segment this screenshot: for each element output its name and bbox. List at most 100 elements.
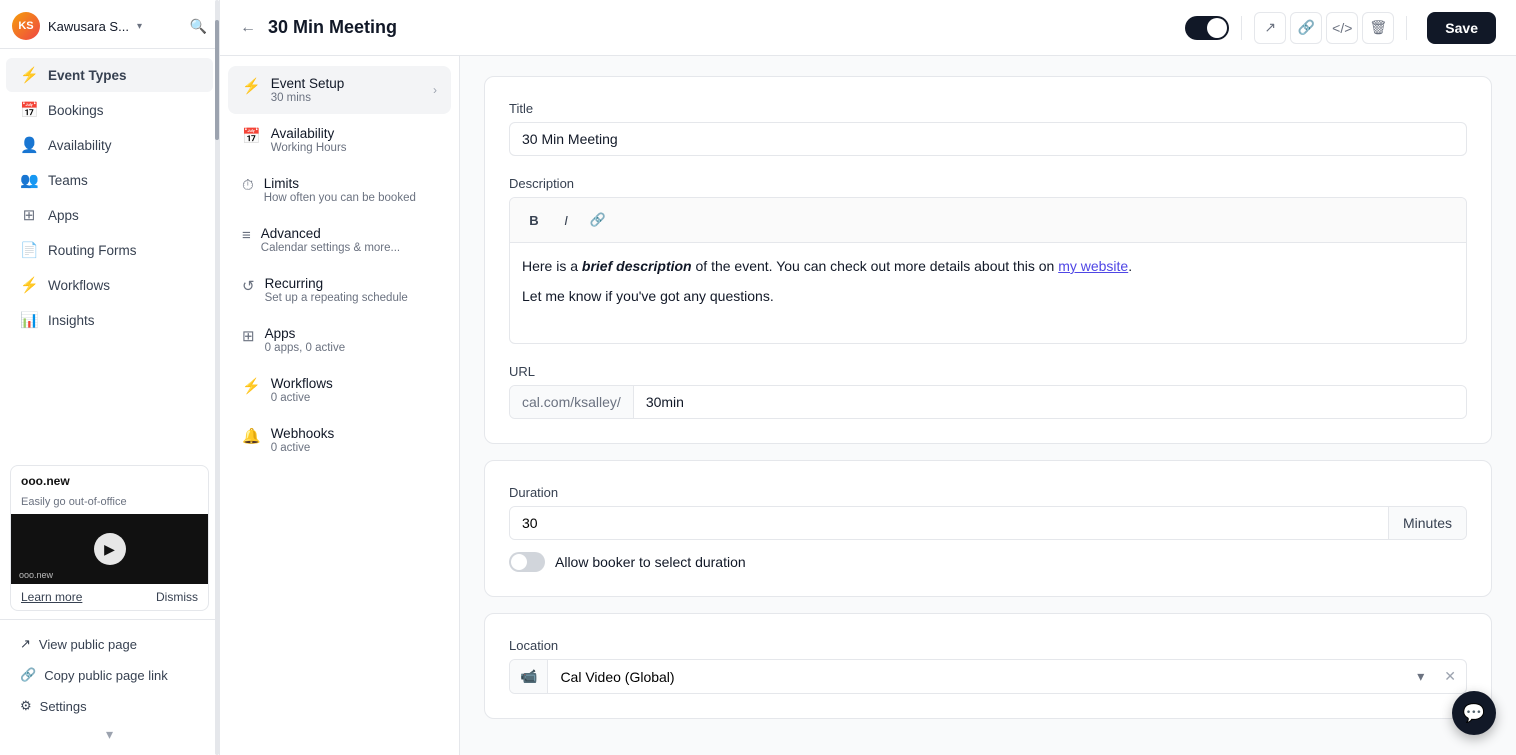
title-input[interactable] xyxy=(509,122,1467,156)
mid-nav-limits[interactable]: ⏱ Limits How often you can be booked xyxy=(228,166,451,214)
sidebar-item-apps[interactable]: ⊞ Apps xyxy=(6,198,213,232)
sidebar-item-event-types[interactable]: ⚡ Event Types xyxy=(6,58,213,92)
sidebar: KS Kawusara S... ▾ 🔍 ⚡ Event Types 📅 Boo… xyxy=(0,0,220,755)
sidebar-item-label: Insights xyxy=(48,313,95,328)
location-select[interactable]: Cal Video (Global) xyxy=(548,661,1407,693)
availability-nav-label: Availability xyxy=(271,126,347,141)
apps-nav-sub: 0 apps, 0 active xyxy=(265,342,346,354)
mid-nav-recurring[interactable]: ↺ Recurring Set up a repeating schedule xyxy=(228,266,451,314)
page-title: 30 Min Meeting xyxy=(268,17,1173,38)
sidebar-item-label: Teams xyxy=(48,173,88,188)
content-area: ⚡ Event Setup 30 mins › 📅 Availability W… xyxy=(220,56,1516,755)
external-link-icon: ↗ xyxy=(20,636,31,652)
sidebar-item-label: Availability xyxy=(48,138,112,153)
enable-toggle[interactable] xyxy=(1185,16,1229,40)
url-prefix: cal.com/ksalley/ xyxy=(510,386,634,418)
apps-nav-label: Apps xyxy=(265,326,346,341)
sidebar-bottom: ↗ View public page 🔗 Copy public page li… xyxy=(0,619,219,755)
event-types-icon: ⚡ xyxy=(20,66,38,84)
dismiss-button[interactable]: Dismiss xyxy=(156,590,198,604)
play-icon[interactable]: ▶ xyxy=(94,533,126,565)
website-link[interactable]: my website xyxy=(1058,258,1128,274)
learn-more-button[interactable]: Learn more xyxy=(21,590,82,604)
allow-select-label: Allow booker to select duration xyxy=(555,554,746,570)
sidebar-item-insights[interactable]: 📊 Insights xyxy=(6,303,213,337)
copy-link-icon: 🔗 xyxy=(20,667,36,683)
chevron-down-icon: ▾ xyxy=(1407,660,1434,693)
availability-icon: 👤 xyxy=(20,136,38,154)
back-button[interactable]: ← xyxy=(240,19,256,37)
sidebar-nav: ⚡ Event Types 📅 Bookings 👤 Availability … xyxy=(0,49,219,457)
copy-public-link-label: Copy public page link xyxy=(44,668,168,683)
user-name: Kawusara S... xyxy=(48,19,129,34)
copy-public-link-button[interactable]: 🔗 Copy public page link xyxy=(6,660,213,690)
form-area: Title Description B I 🔗 Here is a brief … xyxy=(460,56,1516,755)
sidebar-item-routing-forms[interactable]: 📄 Routing Forms xyxy=(6,233,213,267)
limits-icon: ⏱ xyxy=(242,177,254,194)
duration-input[interactable] xyxy=(510,507,1388,539)
url-row: cal.com/ksalley/ xyxy=(509,385,1467,419)
event-setup-label: Event Setup xyxy=(271,76,345,91)
mid-nav-webhooks[interactable]: 🔔 Webhooks 0 active xyxy=(228,416,451,464)
recurring-icon: ↺ xyxy=(242,277,255,295)
delete-button[interactable]: 🗑 xyxy=(1362,12,1394,44)
description-body[interactable]: Here is a brief description of the event… xyxy=(510,243,1466,343)
mid-nav-availability[interactable]: 📅 Availability Working Hours xyxy=(228,116,451,164)
user-menu[interactable]: KS Kawusara S... ▾ xyxy=(12,12,142,40)
workflows-nav-label: Workflows xyxy=(271,376,333,391)
chevron-right-icon: › xyxy=(433,83,437,97)
settings-link[interactable]: ⚙ Settings xyxy=(6,691,213,721)
advanced-sub: Calendar settings & more... xyxy=(261,242,400,254)
allow-select-row: Allow booker to select duration xyxy=(509,552,1467,572)
support-chat-button[interactable]: 💬 xyxy=(1452,691,1496,735)
event-setup-sub: 30 mins xyxy=(271,92,345,104)
toggle-switch[interactable] xyxy=(1185,16,1229,40)
allow-select-toggle[interactable] xyxy=(509,552,545,572)
duration-label: Duration xyxy=(509,485,1467,500)
url-label: URL xyxy=(509,364,1467,379)
toggle-knob xyxy=(511,554,527,570)
event-setup-icon: ⚡ xyxy=(242,77,261,95)
duration-unit: Minutes xyxy=(1388,507,1466,539)
view-public-page-link[interactable]: ↗ View public page xyxy=(6,629,213,659)
external-link-button[interactable]: ↗ xyxy=(1254,12,1286,44)
link-button[interactable]: 🔗 xyxy=(1290,12,1322,44)
chevron-down-icon: ▾ xyxy=(137,21,142,32)
promo-video[interactable]: ▶ ooo.new xyxy=(11,514,208,584)
view-public-page-label: View public page xyxy=(39,637,137,652)
workflows-nav-sub: 0 active xyxy=(271,392,333,404)
video-icon: 📹 xyxy=(510,660,548,693)
sidebar-item-workflows[interactable]: ⚡ Workflows xyxy=(6,268,213,302)
url-input[interactable] xyxy=(634,386,1466,418)
bold-button[interactable]: B xyxy=(520,206,548,234)
mid-nav-event-setup[interactable]: ⚡ Event Setup 30 mins › xyxy=(228,66,451,114)
scroll-down-button[interactable]: ▾ xyxy=(0,722,219,747)
mid-nav: ⚡ Event Setup 30 mins › 📅 Availability W… xyxy=(220,56,460,755)
italic-button[interactable]: I xyxy=(552,206,580,234)
mid-nav-advanced[interactable]: ≡ Advanced Calendar settings & more... xyxy=(228,216,451,264)
sidebar-item-availability[interactable]: 👤 Availability xyxy=(6,128,213,162)
promo-actions: Learn more Dismiss xyxy=(11,584,208,610)
recurring-label: Recurring xyxy=(265,276,408,291)
routing-forms-icon: 📄 xyxy=(20,241,38,259)
sidebar-item-bookings[interactable]: 📅 Bookings xyxy=(6,93,213,127)
search-icon[interactable]: 🔍 xyxy=(190,18,207,35)
description-line2: Let me know if you've got any questions. xyxy=(522,285,1454,307)
title-label: Title xyxy=(509,101,1467,116)
insights-icon: 📊 xyxy=(20,311,38,329)
toggle-knob xyxy=(1207,18,1227,38)
sidebar-item-teams[interactable]: 👥 Teams xyxy=(6,163,213,197)
sidebar-item-label: Workflows xyxy=(48,278,110,293)
link-tool-button[interactable]: 🔗 xyxy=(584,206,612,234)
save-button[interactable]: Save xyxy=(1427,12,1496,44)
mid-nav-apps[interactable]: ⊞ Apps 0 apps, 0 active xyxy=(228,316,451,364)
apps-icon: ⊞ xyxy=(20,206,38,224)
mid-nav-workflows[interactable]: ⚡ Workflows 0 active xyxy=(228,366,451,414)
settings-label: Settings xyxy=(40,699,87,714)
code-button[interactable]: </> xyxy=(1326,12,1358,44)
location-section: Location 📹 Cal Video (Global) ▾ ✕ xyxy=(484,613,1492,719)
limits-sub: How often you can be booked xyxy=(264,192,416,204)
divider2 xyxy=(1406,16,1407,40)
remove-location-button[interactable]: ✕ xyxy=(1434,660,1466,693)
webhooks-sub: 0 active xyxy=(271,442,335,454)
